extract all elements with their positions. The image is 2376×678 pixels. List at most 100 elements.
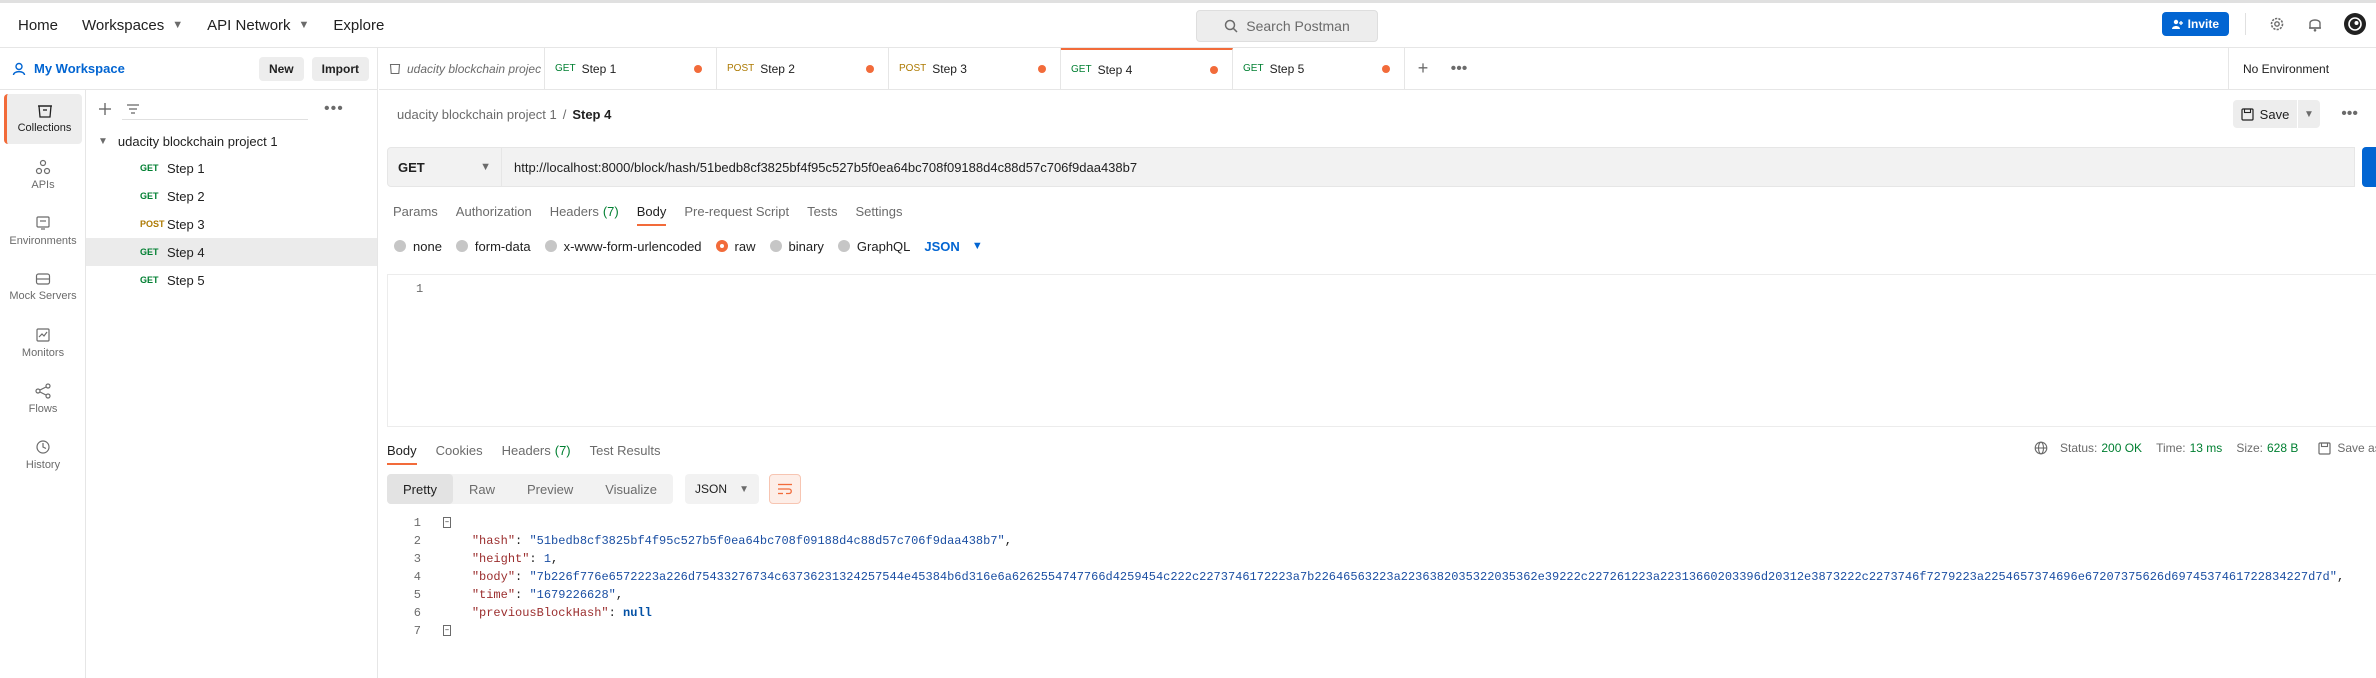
code-line: 7–: [387, 622, 2376, 640]
tabs-more-button[interactable]: •••: [1441, 48, 1477, 89]
plus-icon[interactable]: [98, 102, 112, 116]
nav-workspaces[interactable]: Workspaces ▼: [70, 7, 195, 43]
breadcrumb-parent[interactable]: udacity blockchain project 1: [397, 107, 557, 122]
radio[interactable]: [394, 240, 406, 252]
filter-icon: [127, 103, 139, 114]
tree-request-step-3[interactable]: POST Step 3: [86, 210, 377, 238]
body-type-raw[interactable]: raw: [715, 239, 756, 254]
save-dropdown-button[interactable]: ▼: [2298, 100, 2320, 128]
unsaved-dot: [1382, 64, 1390, 73]
raw-format-select[interactable]: JSON ▼: [924, 239, 982, 254]
radio[interactable]: [455, 240, 468, 252]
tree-request-step-2[interactable]: GET Step 2: [86, 182, 377, 210]
top-nav: Home Workspaces ▼ API Network ▼ Explore: [6, 7, 396, 43]
tab-response-cookies[interactable]: Cookies: [436, 435, 483, 465]
tab-step-3[interactable]: POST Step 3: [889, 48, 1061, 89]
nav-explore[interactable]: Explore: [321, 7, 396, 43]
send-button[interactable]: [2362, 147, 2376, 187]
body-type-urlencoded[interactable]: x-www-form-urlencoded: [544, 239, 702, 254]
view-raw[interactable]: Raw: [453, 474, 511, 504]
sidebar-rail: Collections APIs Environments Mock Serve…: [0, 90, 86, 678]
chevron-down-icon: ▼: [172, 19, 184, 31]
sidebar-item-monitors[interactable]: Monitors: [4, 318, 82, 368]
tab-test-results[interactable]: Test Results: [590, 435, 661, 465]
tab-collection[interactable]: udacity blockchain projec: [379, 48, 545, 89]
tab-step-1[interactable]: GET Step 1: [545, 48, 717, 89]
response-format-select[interactable]: JSON ▼: [685, 474, 760, 504]
method-badge: GET: [140, 191, 159, 201]
tree-request-step-5[interactable]: GET Step 5: [86, 266, 377, 294]
settings-button[interactable]: [2266, 13, 2288, 35]
more-icon[interactable]: •••: [2341, 105, 2358, 123]
invite-button[interactable]: Invite: [2161, 12, 2229, 36]
tab-authorization[interactable]: Authorization: [456, 196, 532, 226]
tab-tests[interactable]: Tests: [807, 196, 837, 226]
body-type-none[interactable]: none: [394, 239, 442, 254]
body-type-binary[interactable]: binary: [769, 239, 824, 254]
sidebar-item-environments[interactable]: Environments: [4, 206, 82, 256]
search-placeholder: Search Postman: [1246, 18, 1350, 34]
time-value[interactable]: 13 ms: [2190, 441, 2223, 455]
import-button[interactable]: Import: [311, 56, 369, 81]
notifications-button[interactable]: [2304, 13, 2326, 35]
sidebar-item-history[interactable]: History: [4, 430, 82, 480]
radio-selected[interactable]: [715, 240, 728, 252]
url-input[interactable]: http://localhost:8000/block/hash/51bedb8…: [502, 147, 2355, 187]
tab-body[interactable]: Body: [636, 196, 666, 226]
view-visualize[interactable]: Visualize: [589, 474, 673, 504]
tab-response-headers[interactable]: Headers (7): [502, 435, 571, 465]
tab-step-4[interactable]: GET Step 4: [1061, 48, 1233, 89]
sidebar-item-collections[interactable]: Collections: [4, 94, 82, 144]
collection-item[interactable]: ▼ udacity blockchain project 1: [86, 128, 377, 154]
environment-selector[interactable]: No Environment: [2228, 48, 2376, 90]
tree-request-step-1[interactable]: GET Step 1: [86, 154, 377, 182]
more-icon[interactable]: •••: [324, 100, 344, 118]
tab-params[interactable]: Params: [393, 196, 438, 226]
filter-input[interactable]: [122, 98, 308, 120]
radio[interactable]: [769, 240, 782, 252]
tab-pre-request-script[interactable]: Pre-request Script: [684, 196, 789, 226]
request-body-editor[interactable]: 1: [387, 274, 2376, 427]
sidebar-item-apis[interactable]: APIs: [4, 150, 82, 200]
status-value[interactable]: 200 OK: [2101, 441, 2142, 455]
wrap-lines-button[interactable]: [769, 474, 802, 504]
workspace-title[interactable]: My Workspace: [12, 61, 125, 76]
plus-icon: +: [1417, 58, 1429, 78]
globe-icon[interactable]: [2034, 441, 2048, 455]
request-name: Step 2: [167, 188, 205, 204]
sidebar-item-mock-servers[interactable]: Mock Servers: [4, 262, 82, 312]
breadcrumb-current[interactable]: Step 4: [572, 107, 611, 122]
view-pretty[interactable]: Pretty: [387, 474, 453, 504]
size-value[interactable]: 628 B: [2267, 441, 2298, 455]
search-input[interactable]: Search Postman: [1196, 10, 1378, 42]
fold-icon[interactable]: –: [443, 517, 451, 529]
save-button[interactable]: Save: [2233, 100, 2297, 128]
tab-settings[interactable]: Settings: [855, 196, 902, 226]
save-response-button[interactable]: Save as: [2318, 441, 2376, 455]
request-name: Step 1: [167, 160, 205, 176]
method-select[interactable]: GET ▼: [387, 147, 502, 187]
tab-headers[interactable]: Headers (7): [550, 196, 619, 226]
view-preview[interactable]: Preview: [511, 474, 589, 504]
tree-request-step-4[interactable]: GET Step 4: [86, 238, 377, 266]
sidebar-item-flows[interactable]: Flows: [4, 374, 82, 424]
avatar[interactable]: [2344, 13, 2366, 35]
json-value: "1679226628": [529, 588, 616, 602]
new-tab-button[interactable]: +: [1405, 48, 1441, 89]
method-badge: POST: [899, 63, 927, 74]
save-icon: [2318, 441, 2331, 455]
response-body-viewer[interactable]: 1– 2 "hash": "51bedb8cf3825bf4f95c527b5f…: [387, 514, 2376, 644]
new-button[interactable]: New: [258, 56, 304, 81]
tab-step-5[interactable]: GET Step 5: [1233, 48, 1405, 89]
body-type-form-data[interactable]: form-data: [455, 239, 531, 254]
body-type-graphql[interactable]: GraphQL: [837, 239, 910, 254]
radio[interactable]: [837, 240, 850, 252]
tab-step-2[interactable]: POST Step 2: [717, 48, 889, 89]
tab-response-body[interactable]: Body: [387, 435, 417, 465]
nav-home[interactable]: Home: [6, 7, 70, 43]
nav-api-network[interactable]: API Network ▼: [195, 7, 321, 43]
fold-icon[interactable]: –: [443, 625, 451, 637]
method-badge: GET: [140, 275, 159, 285]
code-text: "time": "1679226628",: [471, 588, 624, 602]
radio[interactable]: [544, 240, 557, 252]
